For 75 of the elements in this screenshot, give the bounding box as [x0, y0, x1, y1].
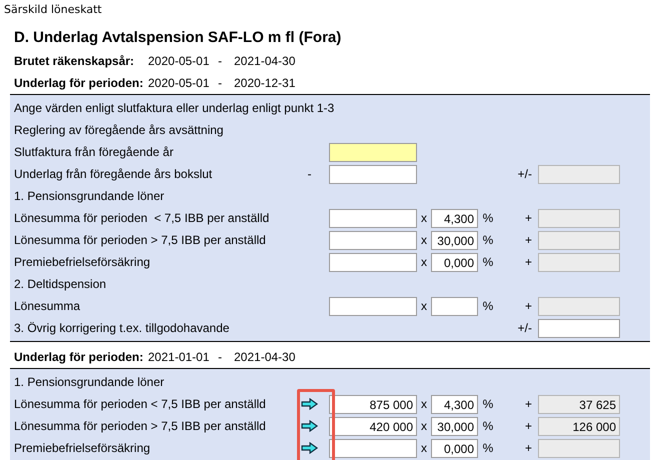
rate-field[interactable]: 0,000	[431, 438, 478, 458]
amount-field[interactable]	[329, 164, 417, 184]
dash-text: -	[218, 76, 223, 90]
field-label: Slutfaktura från föregående år	[14, 145, 174, 159]
rate-field[interactable]: 4,300	[431, 208, 478, 228]
rate-field[interactable]: 30,000	[431, 230, 478, 250]
operator-text: x	[421, 233, 427, 247]
dash-text: -	[218, 54, 223, 68]
operator-text: x	[421, 255, 427, 269]
field-label: Lönesumma för perioden > 7,5 IBB per anställd	[14, 233, 266, 247]
amount-field[interactable]: 420 000	[329, 416, 417, 436]
date-text: 2021-04-30	[234, 54, 296, 68]
field-label: Lönesumma för perioden < 7,5 IBB per anställd	[14, 397, 266, 411]
arrow-icon[interactable]	[300, 420, 318, 432]
sign-text: +	[524, 255, 533, 269]
arrow-icon[interactable]	[300, 442, 318, 454]
unit-text: %	[482, 255, 494, 269]
sign-text: +	[524, 233, 533, 247]
field-label: Premiebefrielseförsäkring	[14, 441, 150, 455]
field-label: Lönesumma för perioden < 7,5 IBB per anställd	[14, 211, 270, 225]
period-label: Underlag för perioden:	[14, 350, 144, 364]
amount-field[interactable]	[329, 230, 417, 250]
field-label: Underlag från föregående års bokslut	[14, 167, 212, 181]
rate-field[interactable]: 30,000	[431, 416, 478, 436]
section-label: 2. Deltidspension	[14, 277, 106, 291]
sign-text: -	[308, 167, 312, 181]
sign-text: +	[524, 397, 533, 411]
unit-text: %	[482, 419, 494, 433]
date-text: 2021-04-30	[234, 350, 296, 364]
field-label: 3. Övrig korrigering t.ex. tillgodohavande	[14, 321, 230, 335]
period-label: Brutet räkenskapsår:	[14, 54, 136, 68]
sign-text: +	[524, 211, 533, 225]
field-label: Lönesumma	[14, 299, 80, 313]
field-label: Lönesumma för perioden > 7,5 IBB per anställd	[14, 419, 266, 433]
sign-text: +/-	[518, 167, 533, 181]
operator-text: x	[421, 299, 427, 313]
dash-text: -	[218, 350, 223, 364]
operator-text: x	[421, 441, 427, 455]
amount-field[interactable]: 875 000	[329, 394, 417, 414]
amount-field[interactable]	[329, 252, 417, 272]
window-title: Särskild löneskatt	[3, 2, 103, 16]
amount-field[interactable]	[329, 438, 417, 458]
section-label: 1. Pensionsgrundande löner	[14, 375, 164, 389]
rate-field[interactable]	[431, 296, 478, 316]
result-field: 126 000	[538, 416, 620, 436]
sign-text: +	[524, 441, 533, 455]
sign-text: +	[524, 419, 533, 433]
section-label: Ange värden enligt slutfaktura eller underlag enligt punkt 1-3	[14, 101, 334, 115]
unit-text: %	[482, 233, 494, 247]
date-text: 2020-05-01	[148, 54, 210, 68]
operator-text: x	[421, 397, 427, 411]
rate-field[interactable]: 4,300	[431, 394, 478, 414]
arrow-icon[interactable]	[300, 398, 318, 410]
rate-field[interactable]: 0,000	[431, 252, 478, 272]
date-text: 2021-01-01	[148, 350, 210, 364]
section-label: Reglering av föregående års avsättning	[14, 123, 224, 137]
unit-text: %	[482, 211, 494, 225]
result-field[interactable]	[538, 318, 620, 338]
sign-text: +	[524, 299, 533, 313]
amount-field[interactable]	[329, 208, 417, 228]
amount-field[interactable]	[329, 296, 417, 316]
operator-text: x	[421, 419, 427, 433]
operator-text: x	[421, 211, 427, 225]
section-label: 1. Pensionsgrundande löner	[14, 189, 164, 203]
date-text: 2020-05-01	[148, 76, 210, 90]
amount-field[interactable]	[329, 142, 417, 162]
form-heading: D. Underlag Avtalspension SAF-LO m fl (Fora)	[13, 28, 342, 48]
unit-text: %	[482, 441, 494, 455]
unit-text: %	[482, 397, 494, 411]
date-text: 2020-12-31	[234, 76, 296, 90]
sign-text: +/-	[518, 321, 533, 335]
result-field: 37 625	[538, 394, 620, 414]
unit-text: %	[482, 299, 494, 313]
field-label: Premiebefrielseförsäkring	[14, 255, 150, 269]
period-label: Underlag för perioden:	[14, 76, 144, 90]
